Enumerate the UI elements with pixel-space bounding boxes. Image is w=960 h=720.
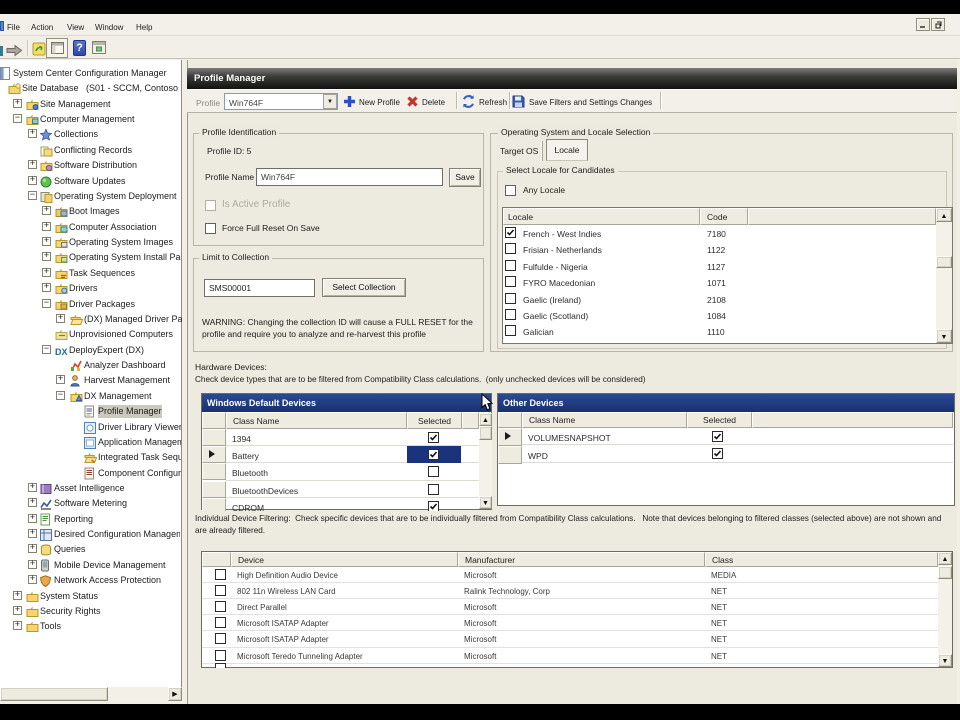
svg-text:DX: DX bbox=[55, 347, 68, 357]
